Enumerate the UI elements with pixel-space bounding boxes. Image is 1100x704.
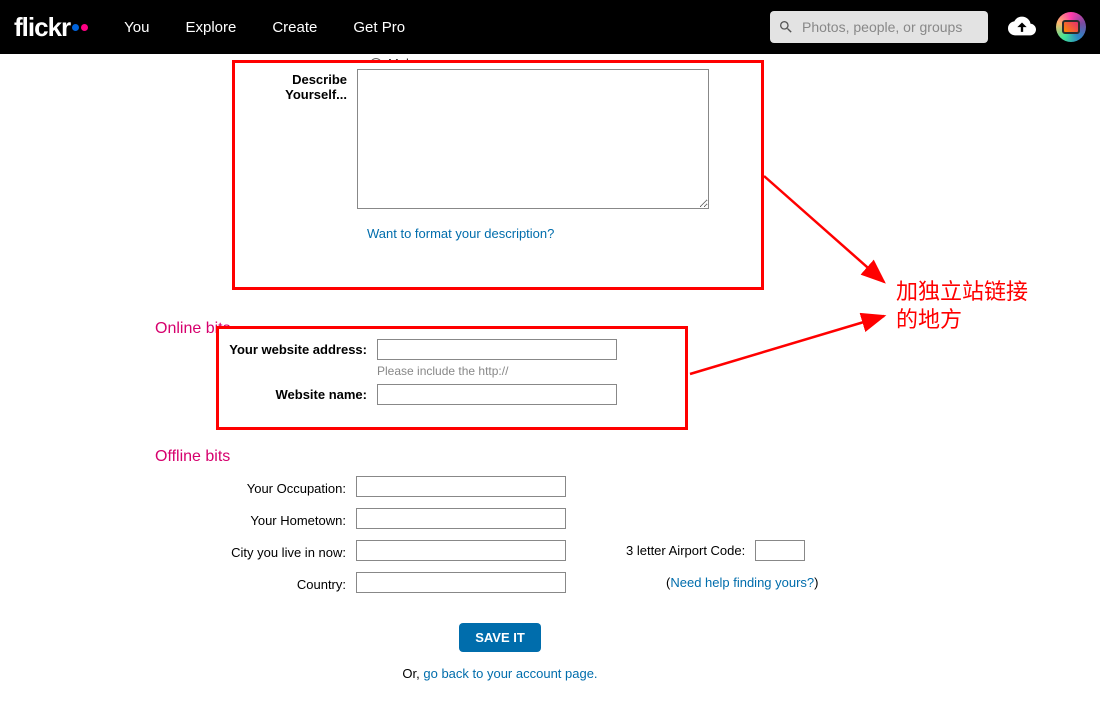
country-label: Country:: [196, 574, 356, 592]
save-button[interactable]: SAVE IT: [459, 623, 541, 652]
annotation-text: 加独立站链接 的地方: [896, 278, 1028, 334]
website-name-label: Website name:: [229, 384, 377, 402]
highlight-box-describe: Describe Yourself... Want to format your…: [232, 60, 764, 290]
top-navbar: flickr You Explore Create Get Pro: [0, 0, 1100, 54]
nav-explore[interactable]: Explore: [185, 19, 236, 36]
section-offline-bits: Offline bits: [155, 448, 1000, 466]
logo-text: flickr: [14, 12, 70, 43]
website-address-input[interactable]: [377, 339, 617, 360]
hometown-input[interactable]: [356, 508, 566, 529]
back-to-account-link[interactable]: go back to your account page.: [423, 666, 597, 681]
logo-dots: [72, 24, 88, 31]
city-label: City you live in now:: [196, 542, 356, 560]
airport-label: 3 letter Airport Code:: [626, 543, 745, 558]
occupation-input[interactable]: [356, 476, 566, 497]
occupation-label: Your Occupation:: [196, 478, 356, 496]
highlight-box-website: Your website address: Please include the…: [216, 326, 688, 430]
website-name-input[interactable]: [377, 384, 617, 405]
or-row: Or, go back to your account page.: [0, 666, 1000, 681]
nav-getpro[interactable]: Get Pro: [353, 19, 405, 36]
describe-label: Describe Yourself...: [245, 69, 357, 102]
need-help-wrap: (Need help finding yours?): [666, 575, 819, 590]
camera-icon: [1062, 20, 1080, 34]
airport-input[interactable]: [755, 540, 805, 561]
website-address-label: Your website address:: [229, 339, 377, 357]
upload-icon[interactable]: [1008, 12, 1036, 43]
country-input[interactable]: [356, 572, 566, 593]
nav-you[interactable]: You: [124, 19, 149, 36]
need-help-link[interactable]: Need help finding yours?: [670, 575, 814, 590]
website-hint: Please include the http://: [377, 364, 675, 378]
search-box[interactable]: [770, 11, 988, 43]
search-input[interactable]: [802, 19, 980, 35]
flickr-logo[interactable]: flickr: [14, 12, 88, 43]
search-icon: [778, 19, 794, 35]
avatar[interactable]: [1056, 12, 1086, 42]
nav-create[interactable]: Create: [272, 19, 317, 36]
city-input[interactable]: [356, 540, 566, 561]
offline-form: Your Occupation: Your Hometown: City you…: [196, 476, 1000, 593]
format-description-link[interactable]: Want to format your description?: [367, 226, 554, 241]
describe-textarea[interactable]: [357, 69, 709, 209]
hometown-label: Your Hometown:: [196, 510, 356, 528]
